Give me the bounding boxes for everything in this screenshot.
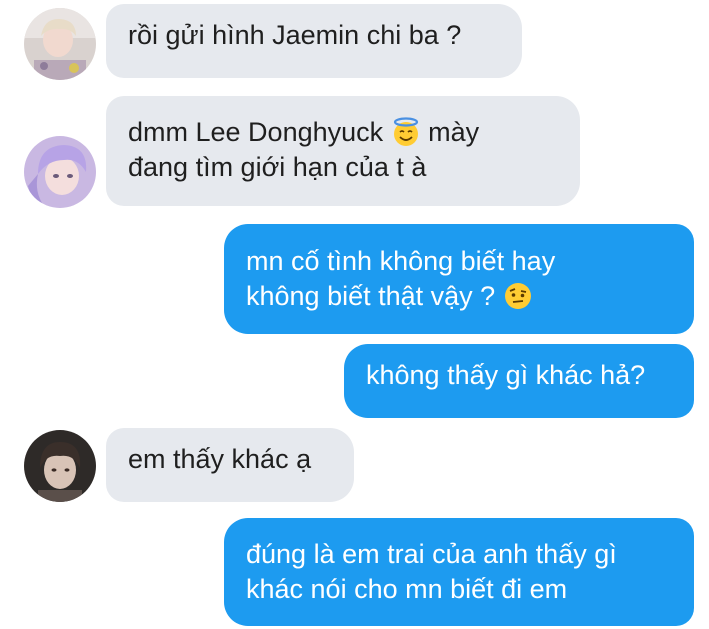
- message-text-line: đúng là em trai của anh thấy gì: [246, 539, 617, 569]
- message-bubble-incoming[interactable]: rồi gửi hình Jaemin chi ba ?: [106, 4, 522, 78]
- avatar[interactable]: [24, 430, 96, 502]
- message-bubble-outgoing[interactable]: đúng là em trai của anh thấy gì khác nói…: [224, 518, 694, 626]
- message-text: rồi gửi hình Jaemin chi ba ?: [128, 20, 462, 50]
- message-bubble-outgoing[interactable]: mn cố tình không biết hay không biết thậ…: [224, 224, 694, 334]
- message-text-part: dmm Lee Donghyuck: [128, 117, 391, 147]
- message-text: em thấy khác ạ: [128, 444, 312, 474]
- message-text-line: đang tìm giới hạn của t à: [128, 152, 427, 182]
- message-text-line: mn cố tình không biết hay: [246, 246, 556, 276]
- halo-smile-emoji-icon: [393, 117, 418, 146]
- message-text-line: khác nói cho mn biết đi em: [246, 574, 568, 604]
- message-text-part: không biết thật vậy ?: [246, 281, 503, 311]
- message-bubble-incoming[interactable]: em thấy khác ạ: [106, 428, 354, 502]
- message-bubble-incoming[interactable]: dmm Lee Donghyuck mày đang tìm giới hạn …: [106, 96, 580, 206]
- avatar-purple-hair-image: [24, 136, 96, 208]
- avatar-blond-boy-image: [24, 8, 96, 80]
- avatar[interactable]: [24, 8, 96, 80]
- avatar[interactable]: [24, 136, 96, 208]
- message-bubble-outgoing[interactable]: không thấy gì khác hả?: [344, 344, 694, 418]
- chat-thread: rồi gửi hình Jaemin chi ba ? dmm Lee Don…: [0, 0, 709, 629]
- message-text-part: mày: [420, 117, 480, 147]
- raised-eyebrow-emoji-icon: [504, 283, 531, 309]
- avatar-dark-hair-image: [24, 430, 96, 502]
- message-text: không thấy gì khác hả?: [366, 360, 646, 390]
